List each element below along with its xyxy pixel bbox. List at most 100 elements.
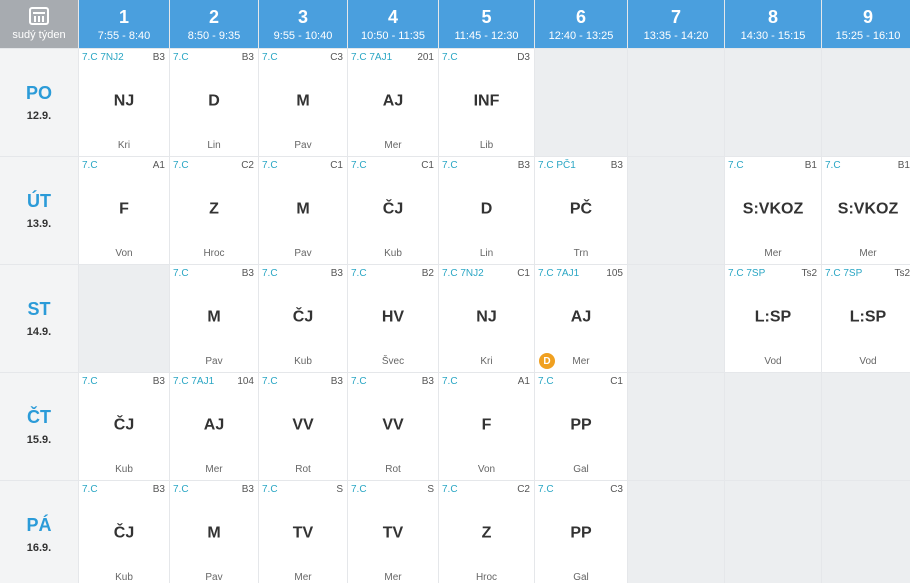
lesson-card[interactable]: 7.C B1 S:VKOZ Mer <box>822 157 910 264</box>
lesson-teacher: Mer <box>384 572 402 583</box>
lesson-card[interactable]: 7.C B3 ČJ Kub <box>259 265 347 372</box>
lesson-class: 7.C <box>825 160 841 171</box>
lesson-subject: TV <box>382 524 404 542</box>
lesson-room: B3 <box>330 268 343 279</box>
lesson-card[interactable]: 7.C A1 F Von <box>439 373 534 480</box>
lesson-card[interactable]: 7.C 7AJ1 105 AJ Mer D <box>535 265 627 372</box>
lesson-card[interactable]: 7.C 7AJ1 104 AJ Mer <box>170 373 258 480</box>
day-abbr: ST <box>27 299 51 319</box>
lesson-card[interactable]: 7.C B3 VV Rot <box>259 373 347 480</box>
empty-slot <box>725 481 821 583</box>
lesson-class: 7.C <box>442 52 458 63</box>
lesson-subject: L:SP <box>754 308 792 326</box>
lesson-card[interactable]: 7.C PČ1 B3 PČ Trn <box>535 157 627 264</box>
lesson-class: 7.C <box>173 268 189 279</box>
lesson-class: 7.C 7NJ2 <box>82 52 124 63</box>
lesson-room: B3 <box>152 484 165 495</box>
lesson-teacher: Hroc <box>203 248 225 259</box>
lesson-card[interactable]: 7.C D3 INF Lib <box>439 49 534 156</box>
lesson-subject: ČJ <box>113 416 135 434</box>
lesson-subject: PČ <box>569 200 593 218</box>
day-date: 15.9. <box>26 434 52 446</box>
lesson-teacher: Rot <box>385 464 401 475</box>
lesson-card[interactable]: 7.C 7NJ2 B3 NJ Kri <box>79 49 169 156</box>
lesson-card[interactable]: 7.C 7AJ1 201 AJ Mer <box>348 49 438 156</box>
lesson-subject: PP <box>570 524 592 542</box>
period-header[interactable]: 3 9:55 - 10:40 <box>259 0 347 48</box>
period-number: 6 <box>575 6 586 27</box>
period-time: 13:35 - 14:20 <box>643 29 709 42</box>
period-header[interactable]: 2 8:50 - 9:35 <box>170 0 258 48</box>
lesson-class: 7.C <box>82 160 98 171</box>
lesson-teacher: Pav <box>294 248 312 259</box>
lesson-subject: M <box>296 200 310 218</box>
lesson-card[interactable]: 7.C B3 VV Rot <box>348 373 438 480</box>
lesson-teacher: Mer <box>294 572 312 583</box>
lesson-teacher: Mer <box>764 248 782 259</box>
period-header[interactable]: 1 7:55 - 8:40 <box>79 0 169 48</box>
lesson-class: 7.C <box>351 160 367 171</box>
lesson-room: B3 <box>241 268 254 279</box>
lesson-card[interactable]: 7.C 7SP Ts2 L:SP Vod <box>725 265 821 372</box>
lesson-teacher: Kub <box>384 248 402 259</box>
lesson-card[interactable]: 7.C C2 Z Hroc <box>439 481 534 583</box>
change-badge-icon[interactable]: D <box>539 353 555 369</box>
lesson-card[interactable]: 7.C B3 ČJ Kub <box>79 373 169 480</box>
period-header[interactable]: 8 14:30 - 15:15 <box>725 0 821 48</box>
lesson-card[interactable]: 7.C C3 PP Gal <box>535 481 627 583</box>
lesson-subject: VV <box>382 416 404 434</box>
lesson-card[interactable]: 7.C C2 Z Hroc <box>170 157 258 264</box>
lesson-card[interactable]: 7.C A1 F Von <box>79 157 169 264</box>
lesson-class: 7.C <box>82 376 98 387</box>
lesson-card[interactable]: 7.C B1 S:VKOZ Mer <box>725 157 821 264</box>
period-header[interactable]: 7 13:35 - 14:20 <box>628 0 724 48</box>
lesson-subject: ČJ <box>113 524 135 542</box>
lesson-room: 105 <box>606 268 623 279</box>
period-header[interactable]: 9 15:25 - 16:10 <box>822 0 910 48</box>
lesson-card[interactable]: 7.C B3 M Pav <box>170 481 258 583</box>
lesson-class: 7.C <box>538 376 554 387</box>
lesson-teacher: Kub <box>115 464 133 475</box>
lesson-card[interactable]: 7.C B3 D Lin <box>439 157 534 264</box>
lesson-room: B1 <box>897 160 910 171</box>
day-date: 14.9. <box>26 326 52 338</box>
period-header[interactable]: 4 10:50 - 11:35 <box>348 0 438 48</box>
lesson-subject: ČJ <box>292 308 314 326</box>
lesson-class: 7.C 7SP <box>728 268 766 279</box>
lesson-room: 104 <box>237 376 254 387</box>
lesson-card[interactable]: 7.C 7NJ2 C1 NJ Kri <box>439 265 534 372</box>
lesson-card[interactable]: 7.C 7SP Ts2 L:SP Vod <box>822 265 910 372</box>
lesson-room: C2 <box>517 484 530 495</box>
lesson-class: 7.C 7AJ1 <box>173 376 215 387</box>
lesson-teacher: Kri <box>117 140 131 151</box>
lesson-card[interactable]: 7.C B2 HV Švec <box>348 265 438 372</box>
period-number: 8 <box>767 6 778 27</box>
lesson-card[interactable]: 7.C C3 M Pav <box>259 49 347 156</box>
lesson-subject: D <box>480 200 493 218</box>
period-header[interactable]: 5 11:45 - 12:30 <box>439 0 534 48</box>
lesson-class: 7.C <box>173 484 189 495</box>
lesson-card[interactable]: 7.C S TV Mer <box>259 481 347 583</box>
lesson-room: B3 <box>152 376 165 387</box>
day-label: PO 12.9. <box>0 49 78 156</box>
empty-slot <box>535 49 627 156</box>
lesson-card[interactable]: 7.C S TV Mer <box>348 481 438 583</box>
day-label: ÚT 13.9. <box>0 157 78 264</box>
lesson-card[interactable]: 7.C B3 D Lin <box>170 49 258 156</box>
lesson-card[interactable]: 7.C B3 ČJ Kub <box>79 481 169 583</box>
lesson-teacher: Von <box>477 464 496 475</box>
lesson-card[interactable]: 7.C C1 M Pav <box>259 157 347 264</box>
lesson-card[interactable]: 7.C B3 M Pav <box>170 265 258 372</box>
week-type-cell[interactable]: sudý týden <box>0 0 78 48</box>
lesson-room: C1 <box>610 376 623 387</box>
lesson-card[interactable]: 7.C C1 PP Gal <box>535 373 627 480</box>
lesson-subject: ČJ <box>382 200 404 218</box>
lesson-teacher: Gal <box>573 572 589 583</box>
lesson-teacher: Pav <box>294 140 312 151</box>
empty-slot <box>725 49 821 156</box>
lesson-subject: AJ <box>570 308 592 326</box>
lesson-subject: AJ <box>203 416 225 434</box>
lesson-card[interactable]: 7.C C1 ČJ Kub <box>348 157 438 264</box>
period-header[interactable]: 6 12:40 - 13:25 <box>535 0 627 48</box>
lesson-teacher: Von <box>115 248 133 259</box>
